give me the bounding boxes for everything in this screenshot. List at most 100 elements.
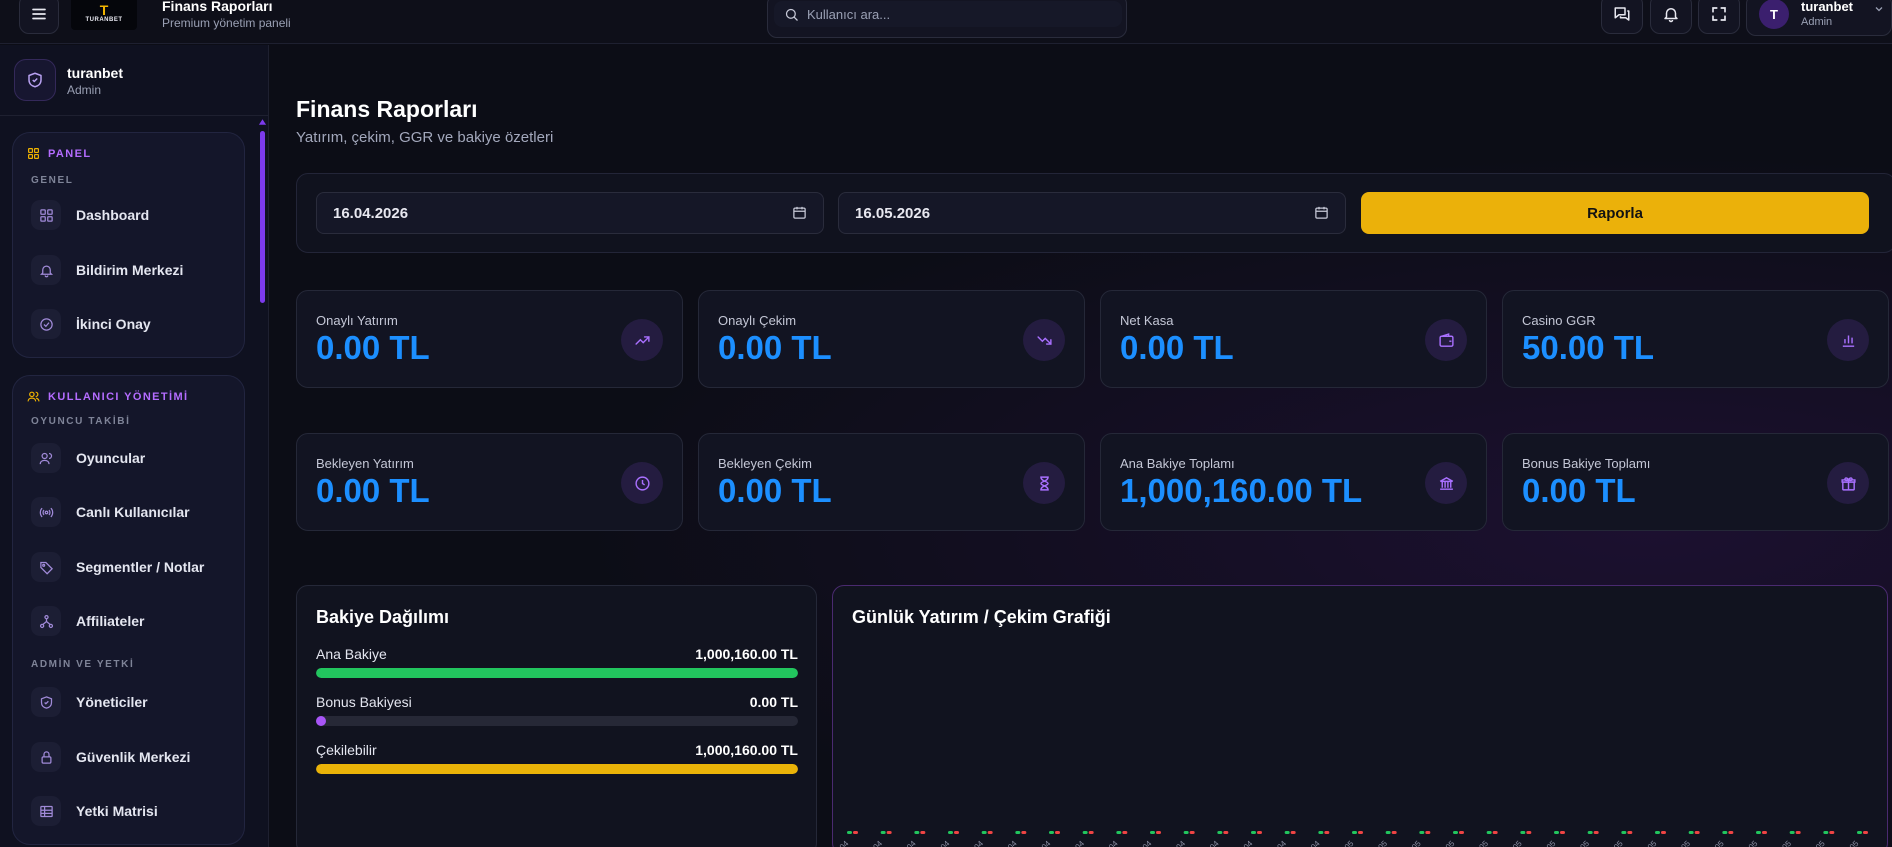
chart-bar [1223,831,1229,834]
chart-bar [1823,831,1829,834]
stat-label: Bekleyen Yatırım [316,456,414,471]
sidebar-section-panel: PANEL GENEL Dashboard Bildirim Merkezi İ… [12,132,245,358]
sidebar-item-label: Oyuncular [76,450,146,466]
chart-bar [1863,831,1868,834]
stat-value: 0.00 TL [316,329,430,366]
lock-icon [41,750,51,764]
app-title: Finans Raporları [162,0,273,14]
progress-dot [316,716,326,726]
users-icon [27,391,40,402]
chart-bar [1688,831,1694,834]
sidebar-item-segments[interactable]: Segmentler / Notlar [19,547,240,587]
chart-bar [1251,831,1256,834]
sidebar-scrollbar-thumb[interactable] [260,131,265,303]
sidebar-item-security-center[interactable]: Güvenlik Merkezi [19,737,240,777]
menu-button[interactable] [19,0,59,34]
chart-bar [1015,831,1021,834]
trending-down-icon [1036,335,1052,345]
calendar-icon[interactable] [1314,205,1329,220]
top-bar: T TURANBET Finans Raporları Premium yöne… [0,0,1892,44]
search-icon [785,8,798,21]
balance-value: 1,000,160.00 TL [695,646,798,662]
chart-bar [880,831,886,834]
x-tick-label: 10.05 [1638,839,1659,847]
users-icon [39,452,52,464]
chart-bar [1122,831,1128,834]
stat-label: Bonus Bakiye Toplamı [1522,456,1651,471]
sidebar-item-admins[interactable]: Yöneticiler [19,682,240,722]
notifications-button[interactable] [1650,0,1692,34]
report-button[interactable]: Raporla [1361,192,1869,234]
sidebar-brand-name: turanbet [67,65,123,81]
chart-bar [1290,831,1296,834]
chart-bar [1082,831,1088,834]
sidebar-item-permission-matrix[interactable]: Yetki Matrisi [19,791,240,831]
gift-icon [1840,476,1856,491]
search-input[interactable] [807,6,1097,22]
logo-text: TURANBET [85,17,123,23]
panel-title: Bakiye Dağılımı [316,607,450,627]
messages-button[interactable] [1601,0,1643,34]
x-tick-label: 28.04 [1234,839,1255,847]
progress-track [316,764,798,774]
chart-bar [1150,831,1155,834]
x-tick-label: 29.04 [1268,839,1289,847]
chart-bar [853,831,858,834]
sidebar-item-label: Segmentler / Notlar [76,559,205,575]
sidebar-item-label: Yetki Matrisi [76,803,158,819]
progress-track [316,668,798,678]
x-tick-label: 13.05 [1739,839,1760,847]
balance-value: 0.00 TL [749,694,798,710]
x-tick-label: 30.04 [1301,839,1322,847]
chart-bar [1593,831,1599,834]
balance-value: 1,000,160.00 TL [695,742,798,758]
chart-bar [1722,831,1728,834]
sidebar-item-dashboard[interactable]: Dashboard [19,195,240,235]
x-tick-label: 07.05 [1537,839,1558,847]
calendar-icon[interactable] [792,205,807,220]
sidebar-item-label: İkinci Onay [76,316,151,332]
brand-logo[interactable]: T TURANBET [71,0,137,30]
search-box [767,0,1127,38]
chart-bar [1189,831,1195,834]
user-menu[interactable]: T turanbet Admin [1746,0,1892,36]
chart-bar [981,831,987,834]
grid-icon [28,148,39,159]
hourglass-icon [1039,475,1049,491]
end-date-input[interactable]: 16.05.2026 [838,192,1346,234]
sidebar-item-label: Affiliateler [76,613,145,629]
chart-bar [1358,831,1363,834]
chart-bar [1554,831,1559,834]
sidebar-item-label: Bildirim Merkezi [76,262,184,278]
chart-bar [1621,831,1627,834]
scroll-up-arrow[interactable] [258,118,267,126]
balance-label: Bonus Bakiyesi [316,694,412,710]
progress-fill [316,764,798,774]
chart-bar [1049,831,1054,834]
chart-bar [1425,831,1431,834]
stat-label: Casino GGR [1522,313,1596,328]
chart-bar [1391,831,1397,834]
start-date-input[interactable]: 16.04.2026 [316,192,824,234]
app-subtitle: Premium yönetim paneli [162,16,291,30]
chart-bar [954,831,959,834]
stat-card-approved-deposit: Onaylı Yatırım 0.00 TL [296,290,683,388]
x-tick-label: 16.05 [1840,839,1861,847]
sidebar-item-players[interactable]: Oyuncular [19,438,240,478]
x-tick-label: 24.04 [1099,839,1120,847]
sidebar-item-affiliates[interactable]: Affiliateler [19,601,240,641]
balance-distribution-panel: Bakiye Dağılımı Ana Bakiye 1,000,160.00 … [296,585,817,847]
chart-bar [1318,831,1324,834]
chart-bar [1762,831,1767,834]
chart-bar [914,831,920,834]
sidebar-divider [0,115,269,116]
stat-card-pending-deposit: Bekleyen Yatırım 0.00 TL [296,433,683,531]
sidebar-item-live-users[interactable]: Canlı Kullanıcılar [19,492,240,532]
fullscreen-button[interactable] [1698,0,1740,34]
sidebar-item-label: Yöneticiler [76,694,148,710]
x-tick-label: 16.04 [833,839,851,847]
chart-bar [1183,831,1189,834]
sidebar-item-second-approval[interactable]: İkinci Onay [19,304,240,344]
sidebar-item-notifications[interactable]: Bildirim Merkezi [19,250,240,290]
chart-bar [948,831,953,834]
